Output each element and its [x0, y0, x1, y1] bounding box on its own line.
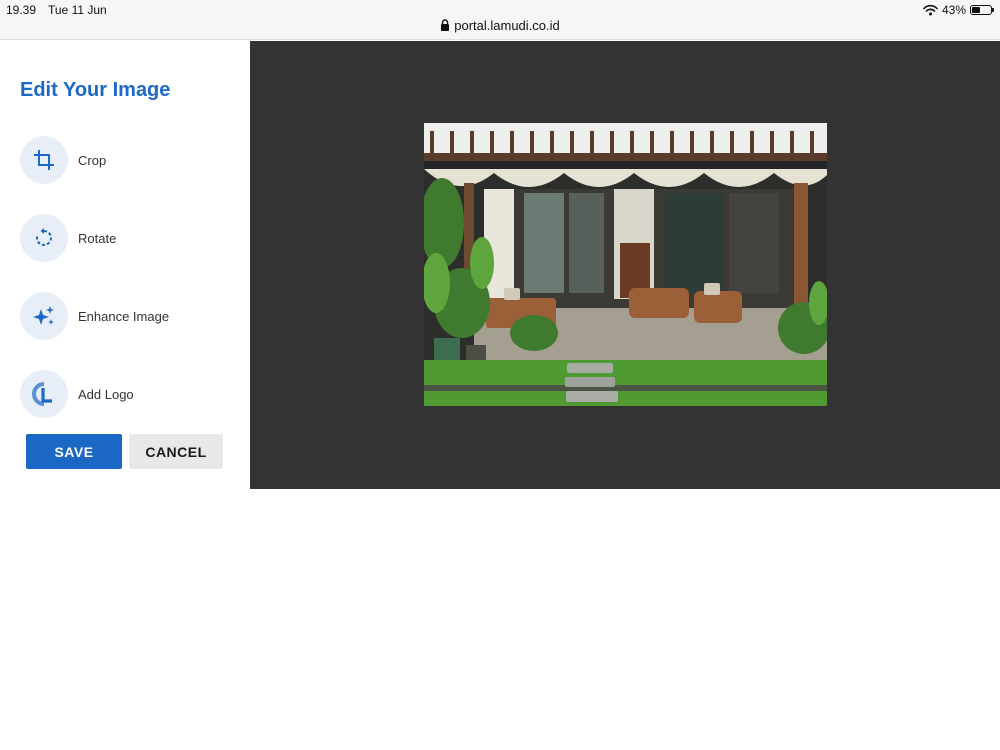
url-text: portal.lamudi.co.id	[454, 18, 560, 33]
add-logo-tool[interactable]: Add Logo	[20, 370, 240, 418]
save-button[interactable]: SAVE	[26, 434, 122, 469]
rotate-label: Rotate	[78, 230, 117, 246]
crop-label: Crop	[78, 152, 107, 168]
cancel-button[interactable]: CANCEL	[129, 434, 223, 469]
battery-icon	[970, 5, 994, 15]
status-bar: 19.39 Tue 11 Jun portal.lamudi.co.id 43%	[0, 0, 1000, 40]
image-canvas	[250, 41, 1000, 489]
photo-illustration	[424, 123, 827, 406]
lock-icon	[441, 19, 450, 31]
battery-level	[972, 7, 980, 13]
crop-tool[interactable]: Crop	[20, 136, 240, 184]
page-title: Edit Your Image	[20, 79, 171, 101]
rotate-icon	[20, 214, 68, 262]
crop-icon	[20, 136, 68, 184]
battery-percent: 43%	[941, 3, 966, 17]
enhance-label: Enhance Image	[78, 308, 170, 324]
property-photo[interactable]	[424, 123, 827, 406]
editor-panel: Edit Your Image Crop Rotate Enhance Imag…	[0, 41, 250, 489]
status-indicators: 43%	[923, 2, 994, 18]
wifi-icon	[923, 4, 938, 16]
status-date: Tue 11 Jun	[48, 3, 107, 17]
logo-icon	[20, 370, 68, 418]
address-bar[interactable]: portal.lamudi.co.id	[0, 18, 1000, 33]
sparkle-icon	[20, 292, 68, 340]
add-logo-label: Add Logo	[78, 386, 134, 402]
enhance-tool[interactable]: Enhance Image	[20, 292, 240, 340]
status-time: 19.39	[6, 3, 37, 17]
rotate-tool[interactable]: Rotate	[20, 214, 240, 262]
